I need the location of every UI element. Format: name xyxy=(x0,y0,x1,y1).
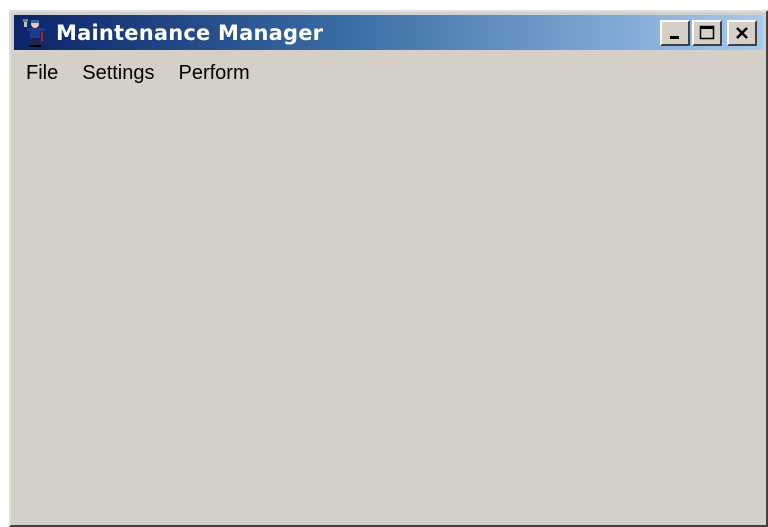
title-bar[interactable]: Maintenance Manager xyxy=(14,15,763,50)
maximize-button[interactable] xyxy=(692,20,722,46)
maintenance-worker-icon[interactable] xyxy=(20,18,50,48)
minimize-icon xyxy=(670,36,679,39)
minimize-button[interactable] xyxy=(660,20,690,46)
menu-file[interactable]: File xyxy=(14,60,70,87)
menu-bar: File Settings Perform xyxy=(14,58,262,88)
client-area xyxy=(14,92,763,522)
window-title: Maintenance Manager xyxy=(56,20,324,45)
caption-buttons xyxy=(660,20,757,46)
close-icon xyxy=(736,27,748,39)
menu-perform[interactable]: Perform xyxy=(167,60,262,87)
maximize-icon xyxy=(699,25,715,40)
menu-settings[interactable]: Settings xyxy=(70,60,166,87)
close-button[interactable] xyxy=(727,20,757,46)
main-window: Maintenance Manager File Settings Perfor… xyxy=(9,10,768,527)
